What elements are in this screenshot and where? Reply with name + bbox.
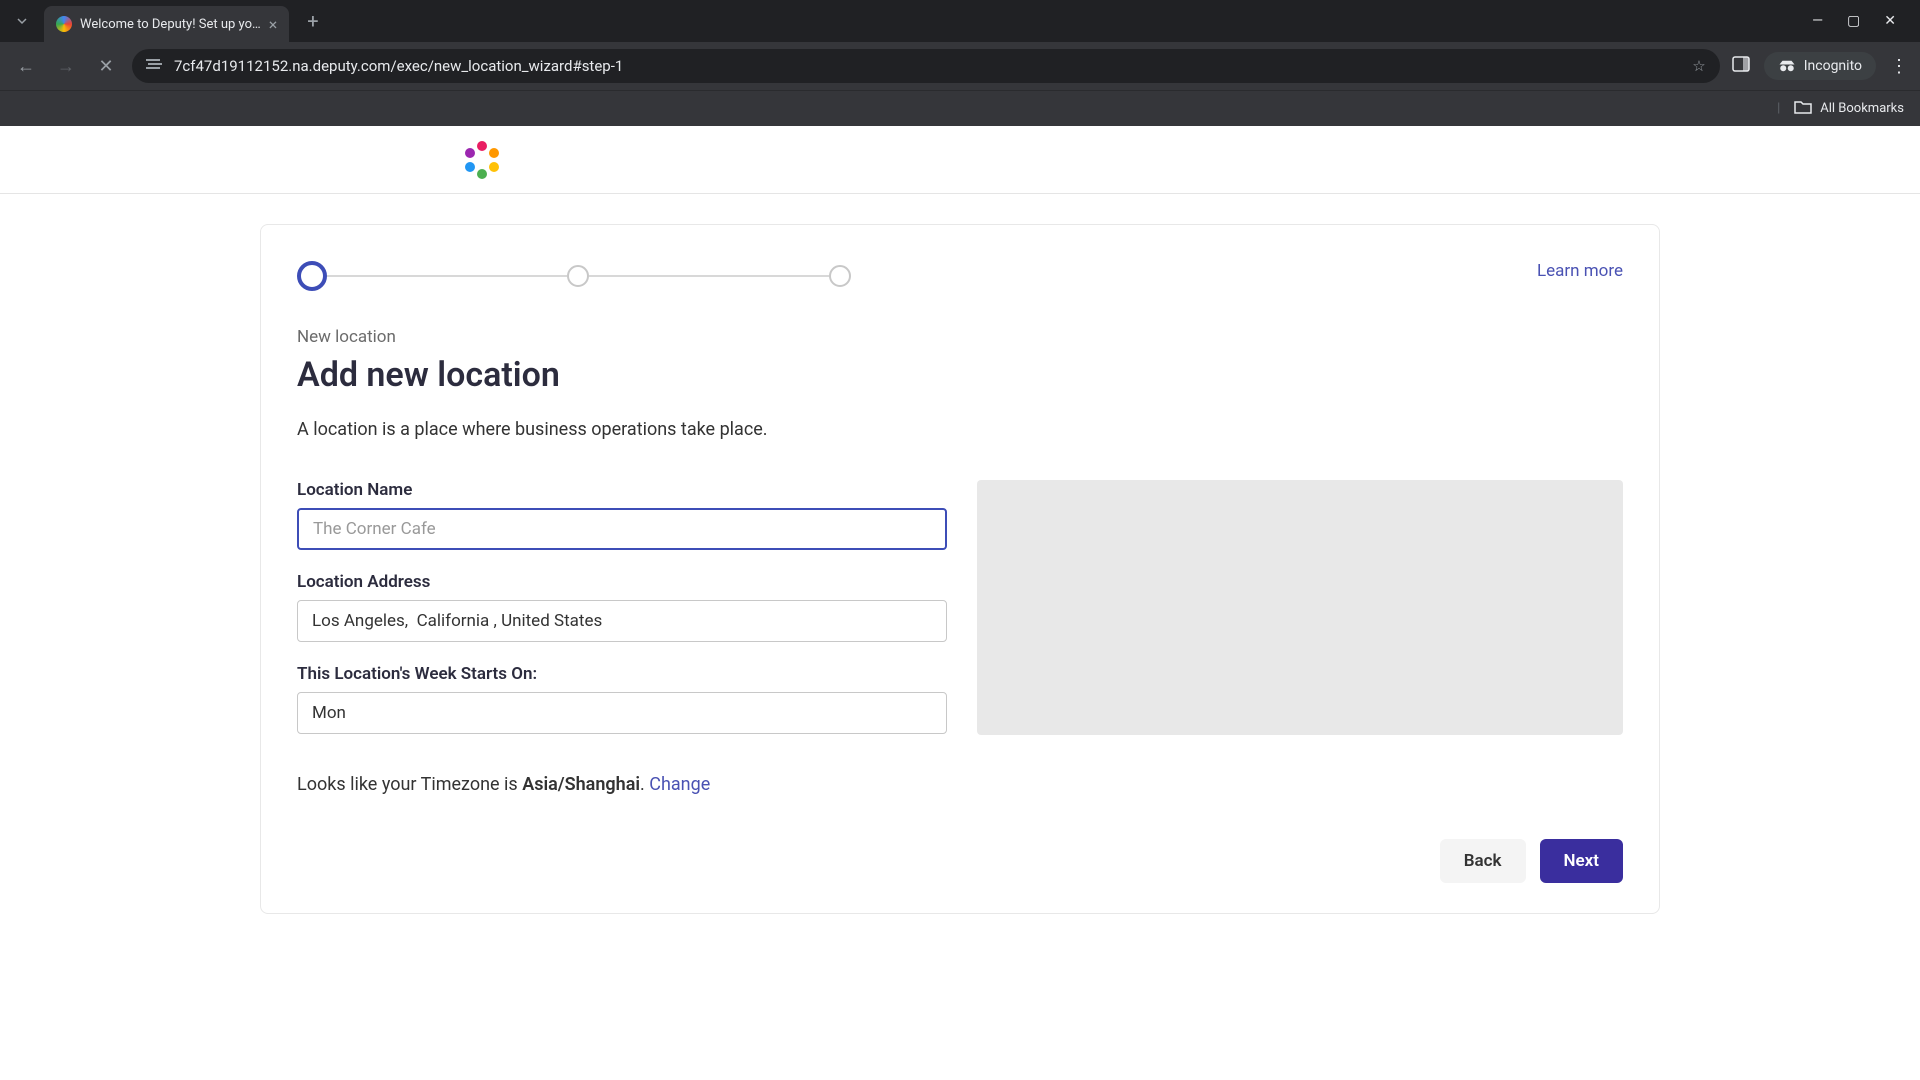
folder-icon <box>1794 99 1812 118</box>
location-address-input[interactable] <box>297 600 947 642</box>
form-row: Location Name Location Address This Loca… <box>297 480 1623 756</box>
page-description: A location is a place where business ope… <box>297 419 1623 440</box>
step-line-2 <box>589 275 829 277</box>
browser-tab[interactable]: Welcome to Deputy! Set up yo… × <box>44 6 289 42</box>
timezone-change-link[interactable]: Change <box>649 774 710 795</box>
week-start-field: This Location's Week Starts On: <box>297 664 947 734</box>
address-bar-row: ← → ✕ 7cf47d19112152.na.deputy.com/exec/… <box>0 42 1920 90</box>
location-name-label: Location Name <box>297 480 947 500</box>
form-column: Location Name Location Address This Loca… <box>297 480 947 756</box>
back-nav-icon[interactable]: ← <box>12 56 40 77</box>
location-address-label: Location Address <box>297 572 947 592</box>
timezone-prefix: Looks like your Timezone is <box>297 774 522 795</box>
url-text: 7cf47d19112152.na.deputy.com/exec/new_lo… <box>174 57 1682 75</box>
tab-bar: Welcome to Deputy! Set up yo… × + — ▢ ✕ <box>0 0 1920 42</box>
site-settings-icon[interactable] <box>146 57 164 75</box>
browser-chrome: Welcome to Deputy! Set up yo… × + — ▢ ✕ … <box>0 0 1920 126</box>
week-start-input[interactable] <box>297 692 947 734</box>
content-wrap: Learn more New location Add new location… <box>0 194 1920 914</box>
incognito-label: Incognito <box>1804 58 1862 74</box>
timezone-suffix: . <box>640 774 649 795</box>
tab-title: Welcome to Deputy! Set up yo… <box>80 17 261 32</box>
page-body: Learn more New location Add new location… <box>0 126 1920 1080</box>
location-address-field: Location Address <box>297 572 947 642</box>
new-tab-button[interactable]: + <box>297 9 328 33</box>
location-name-field: Location Name <box>297 480 947 550</box>
wizard-stepper <box>297 261 851 291</box>
incognito-icon <box>1778 60 1796 72</box>
step-line-1 <box>327 275 567 277</box>
window-controls: — ▢ ✕ <box>1812 13 1912 29</box>
chrome-right-controls: Incognito ⋮ <box>1732 52 1908 80</box>
stop-reload-icon[interactable]: ✕ <box>92 56 120 77</box>
tab-close-icon[interactable]: × <box>269 15 278 34</box>
timezone-line: Looks like your Timezone is Asia/Shangha… <box>297 774 1623 795</box>
step-3-circle <box>829 265 851 287</box>
breadcrumb: New location <box>297 327 1623 347</box>
back-button[interactable]: Back <box>1440 839 1526 883</box>
close-window-icon[interactable]: ✕ <box>1884 13 1896 29</box>
step-2-circle <box>567 265 589 287</box>
bookmarks-separator: | <box>1777 101 1780 116</box>
step-1-circle <box>297 261 327 291</box>
wizard-card: Learn more New location Add new location… <box>260 224 1660 914</box>
timezone-value: Asia/Shanghai <box>522 774 640 795</box>
page-title: Add new location <box>297 355 1623 395</box>
next-button[interactable]: Next <box>1540 839 1624 883</box>
bookmarks-bar: | All Bookmarks <box>0 90 1920 126</box>
forward-nav-icon[interactable]: → <box>52 56 80 77</box>
deputy-logo-icon <box>460 138 504 182</box>
chrome-menu-icon[interactable]: ⋮ <box>1890 56 1908 77</box>
learn-more-link[interactable]: Learn more <box>1537 261 1623 281</box>
maximize-icon[interactable]: ▢ <box>1847 13 1860 29</box>
bookmark-star-icon[interactable]: ☆ <box>1692 57 1705 75</box>
tab-favicon-icon <box>56 16 72 32</box>
all-bookmarks-link[interactable]: All Bookmarks <box>1820 101 1904 116</box>
side-panel-icon[interactable] <box>1732 55 1750 77</box>
card-top-row: Learn more <box>297 261 1623 291</box>
map-preview[interactable] <box>977 480 1623 735</box>
minimize-icon[interactable]: — <box>1812 13 1823 29</box>
address-bar[interactable]: 7cf47d19112152.na.deputy.com/exec/new_lo… <box>132 49 1720 83</box>
button-row: Back Next <box>297 839 1623 883</box>
incognito-badge[interactable]: Incognito <box>1764 52 1876 80</box>
location-name-input[interactable] <box>297 508 947 550</box>
page-header <box>0 126 1920 194</box>
tab-search-dropdown[interactable] <box>8 7 36 35</box>
week-start-label: This Location's Week Starts On: <box>297 664 947 684</box>
